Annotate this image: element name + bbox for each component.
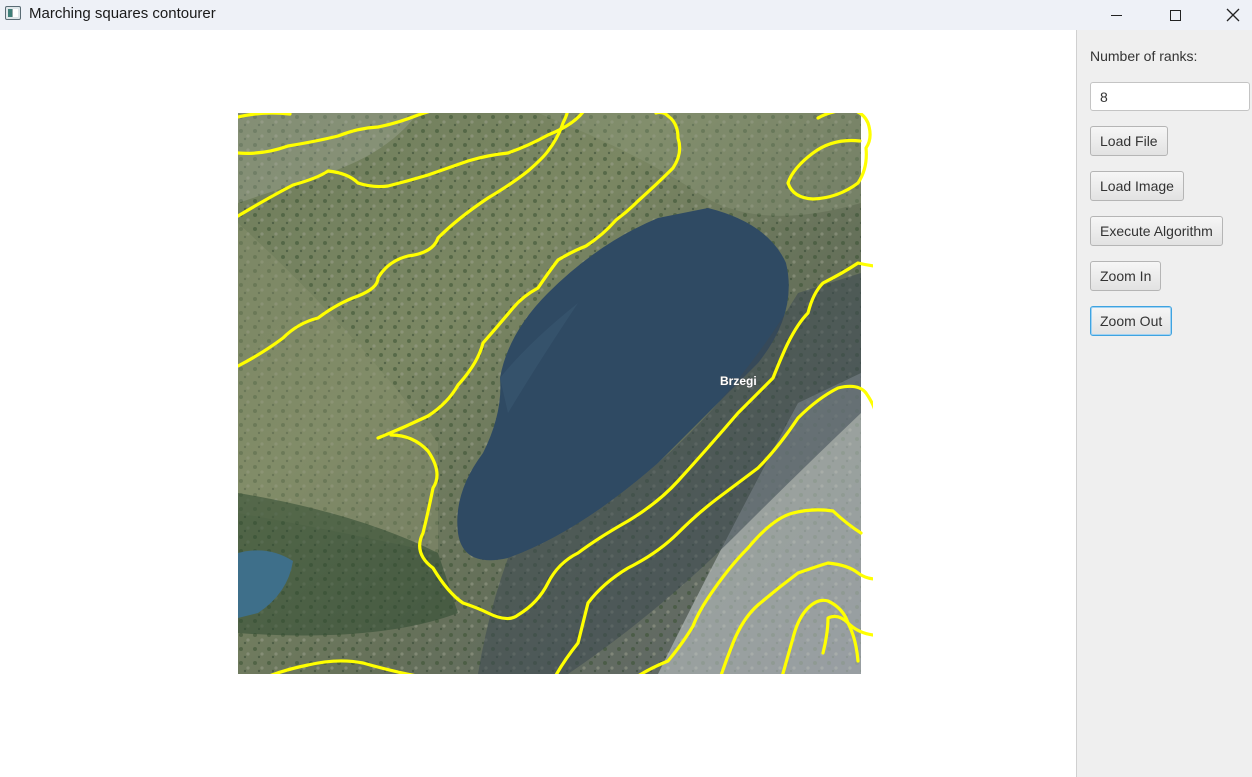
app-window: Marching squares contourer Brzegi Number… — [0, 0, 1252, 777]
maximize-button[interactable] — [1152, 0, 1198, 30]
execute-algorithm-button[interactable]: Execute Algorithm — [1090, 216, 1223, 246]
place-label: Brzegi — [720, 374, 757, 388]
window-title: Marching squares contourer — [29, 5, 216, 22]
app-icon — [5, 6, 21, 20]
close-icon — [1226, 8, 1240, 22]
control-panel: Number of ranks: Load File Load Image Ex… — [1076, 30, 1252, 777]
zoom-out-button[interactable]: Zoom Out — [1090, 306, 1173, 336]
minimize-button[interactable] — [1093, 0, 1139, 30]
ranks-input[interactable] — [1090, 82, 1250, 111]
title-bar: Marching squares contourer — [0, 0, 1252, 30]
close-button[interactable] — [1210, 0, 1252, 30]
canvas-area: Brzegi — [0, 30, 1076, 777]
zoom-in-button[interactable]: Zoom In — [1090, 261, 1162, 291]
maximize-icon — [1169, 9, 1181, 21]
load-image-button[interactable]: Load Image — [1090, 171, 1184, 201]
ranks-label: Number of ranks: — [1090, 48, 1198, 64]
contour-map-view[interactable]: Brzegi — [238, 113, 873, 674]
contour-map: Brzegi — [238, 113, 873, 674]
minimize-icon — [1110, 14, 1122, 16]
load-file-button[interactable]: Load File — [1090, 126, 1168, 156]
